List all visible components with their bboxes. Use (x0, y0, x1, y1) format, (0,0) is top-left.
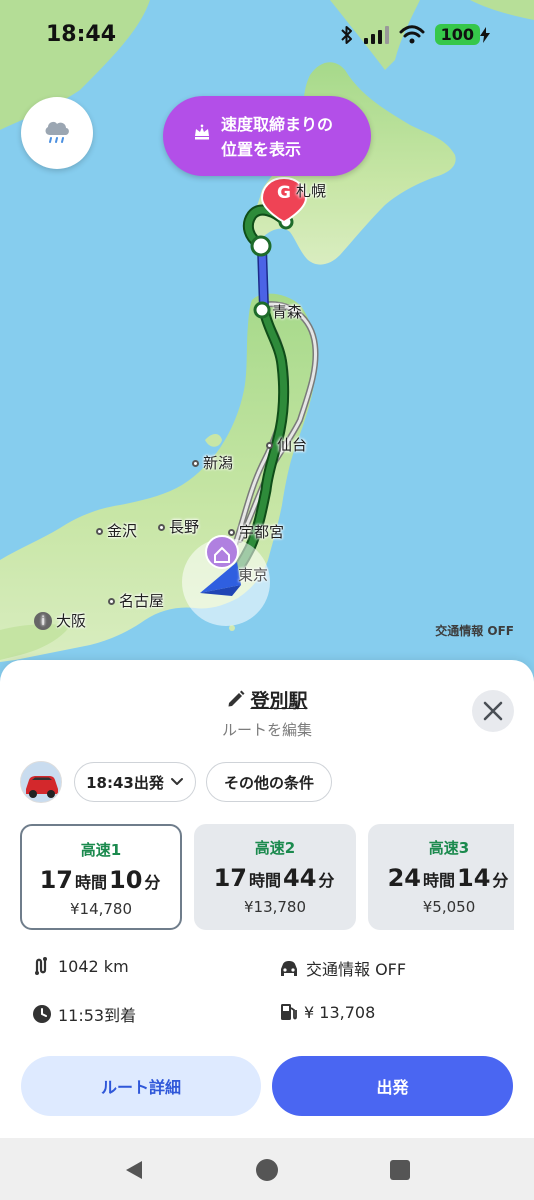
bluetooth-icon (340, 25, 352, 44)
route-toll-price: ¥13,780 (243, 898, 307, 916)
city-label-tokyo: 東京 (238, 566, 269, 584)
goal-marker[interactable]: G (274, 183, 294, 203)
departure-time-pill[interactable]: 18:43出発 (74, 762, 196, 802)
route-sheet: 登別駅 ルートを編集 18:43出発 その他の条件 高速1 17 時間10 分 ¥1… (0, 660, 534, 1138)
city-label-nagano: 長野 (158, 516, 199, 537)
route-option-2[interactable]: 高速2 17 時間44 分 ¥13,780 (194, 824, 356, 930)
car-icon (21, 762, 61, 802)
signal-icon (363, 25, 389, 44)
start-button[interactable]: 出発 (272, 1056, 513, 1116)
destination-name: 登別駅 (250, 690, 308, 712)
status-bar: 18:44 100 (0, 0, 534, 76)
destination-title[interactable]: 登別駅 (0, 686, 534, 713)
weather-button[interactable] (21, 97, 93, 169)
back-icon[interactable] (122, 1158, 146, 1182)
route-toll-price: ¥14,780 (69, 900, 133, 918)
speed-trap-line1: 速度取締まりの (221, 115, 334, 134)
other-conditions-pill[interactable]: その他の条件 (206, 762, 332, 802)
speed-trap-line2: 位置を表示 (221, 140, 302, 159)
system-nav-bar (0, 1138, 534, 1200)
pencil-icon (228, 690, 245, 707)
fuel-cost: ¥ 13,708 (278, 1002, 375, 1022)
route-toll-price: ¥5,050 (422, 898, 476, 916)
route-duration: 17 時間10 分 (39, 866, 161, 894)
city-label-sapporo: 札幌 (296, 182, 327, 200)
city-label-nagoya: 名古屋 (108, 590, 164, 611)
route-distance-icon (35, 957, 47, 975)
route-options: 高速1 17 時間10 分 ¥14,780 高速2 17 時間44 分 ¥13,780 … (20, 822, 514, 932)
crown-icon (195, 124, 209, 140)
route-distance-value: 1042 km (58, 956, 129, 976)
status-time: 18:44 (46, 22, 117, 47)
recents-icon[interactable] (388, 1158, 412, 1182)
traffic-car-icon (281, 961, 297, 976)
route-detail-button[interactable]: ルート詳細 (21, 1056, 261, 1116)
route-label: 高速3 (428, 839, 470, 857)
map-view[interactable]: G 札幌 青森 仙台 新潟 金沢 長野 宇都宮 東京 名古屋 i 大阪 18:44 (0, 0, 534, 690)
departure-time-label: 18:43出発 (86, 773, 164, 792)
fuel-cost-value: ¥ 13,708 (304, 1002, 376, 1022)
route-label: 高速1 (80, 841, 122, 859)
route-option-3[interactable]: 高速3 24 時間14 分 ¥5,050 (368, 824, 514, 930)
map-traffic-toggle[interactable]: 交通情報 OFF (435, 622, 514, 639)
route-duration: 24 時間14 分 (387, 864, 509, 892)
speed-trap-button[interactable]: 速度取締まりの 位置を表示 (163, 96, 371, 176)
home-icon[interactable] (255, 1158, 279, 1182)
route-distance: 1042 km (32, 956, 129, 976)
rain-cloud-icon (45, 121, 69, 143)
close-button[interactable] (472, 690, 514, 732)
city-label-aomori: 青森 (272, 303, 303, 321)
battery-level: 100 (434, 24, 480, 45)
city-label-osaka: i 大阪 (34, 610, 86, 631)
fuel-pump-icon (281, 1004, 297, 1020)
city-label-kanazawa: 金沢 (96, 520, 137, 541)
wifi-icon (399, 24, 425, 43)
route-option-1[interactable]: 高速1 17 時間10 分 ¥14,780 (20, 824, 182, 930)
city-label-niigata: 新潟 (192, 452, 233, 473)
edit-route-link[interactable]: ルートを編集 (0, 719, 534, 740)
chevron-down-icon (170, 778, 183, 785)
clock-icon (33, 1005, 51, 1023)
battery-charging-icon (480, 26, 490, 43)
traffic-info-status[interactable]: 交通情報 OFF (278, 956, 406, 980)
close-icon (483, 701, 503, 721)
city-label-sendai: 仙台 (266, 434, 307, 455)
route-label: 高速2 (254, 839, 296, 857)
info-icon[interactable]: i (34, 612, 52, 630)
arrival-time-value: 11:53到着 (58, 1006, 137, 1025)
city-label-utsunomiya: 宇都宮 (228, 521, 284, 542)
route-duration: 17 時間44 分 (213, 864, 335, 892)
traffic-info-label: 交通情報 OFF (306, 960, 407, 979)
vehicle-avatar[interactable] (20, 761, 62, 803)
arrival-time: 11:53到着 (32, 1002, 136, 1026)
